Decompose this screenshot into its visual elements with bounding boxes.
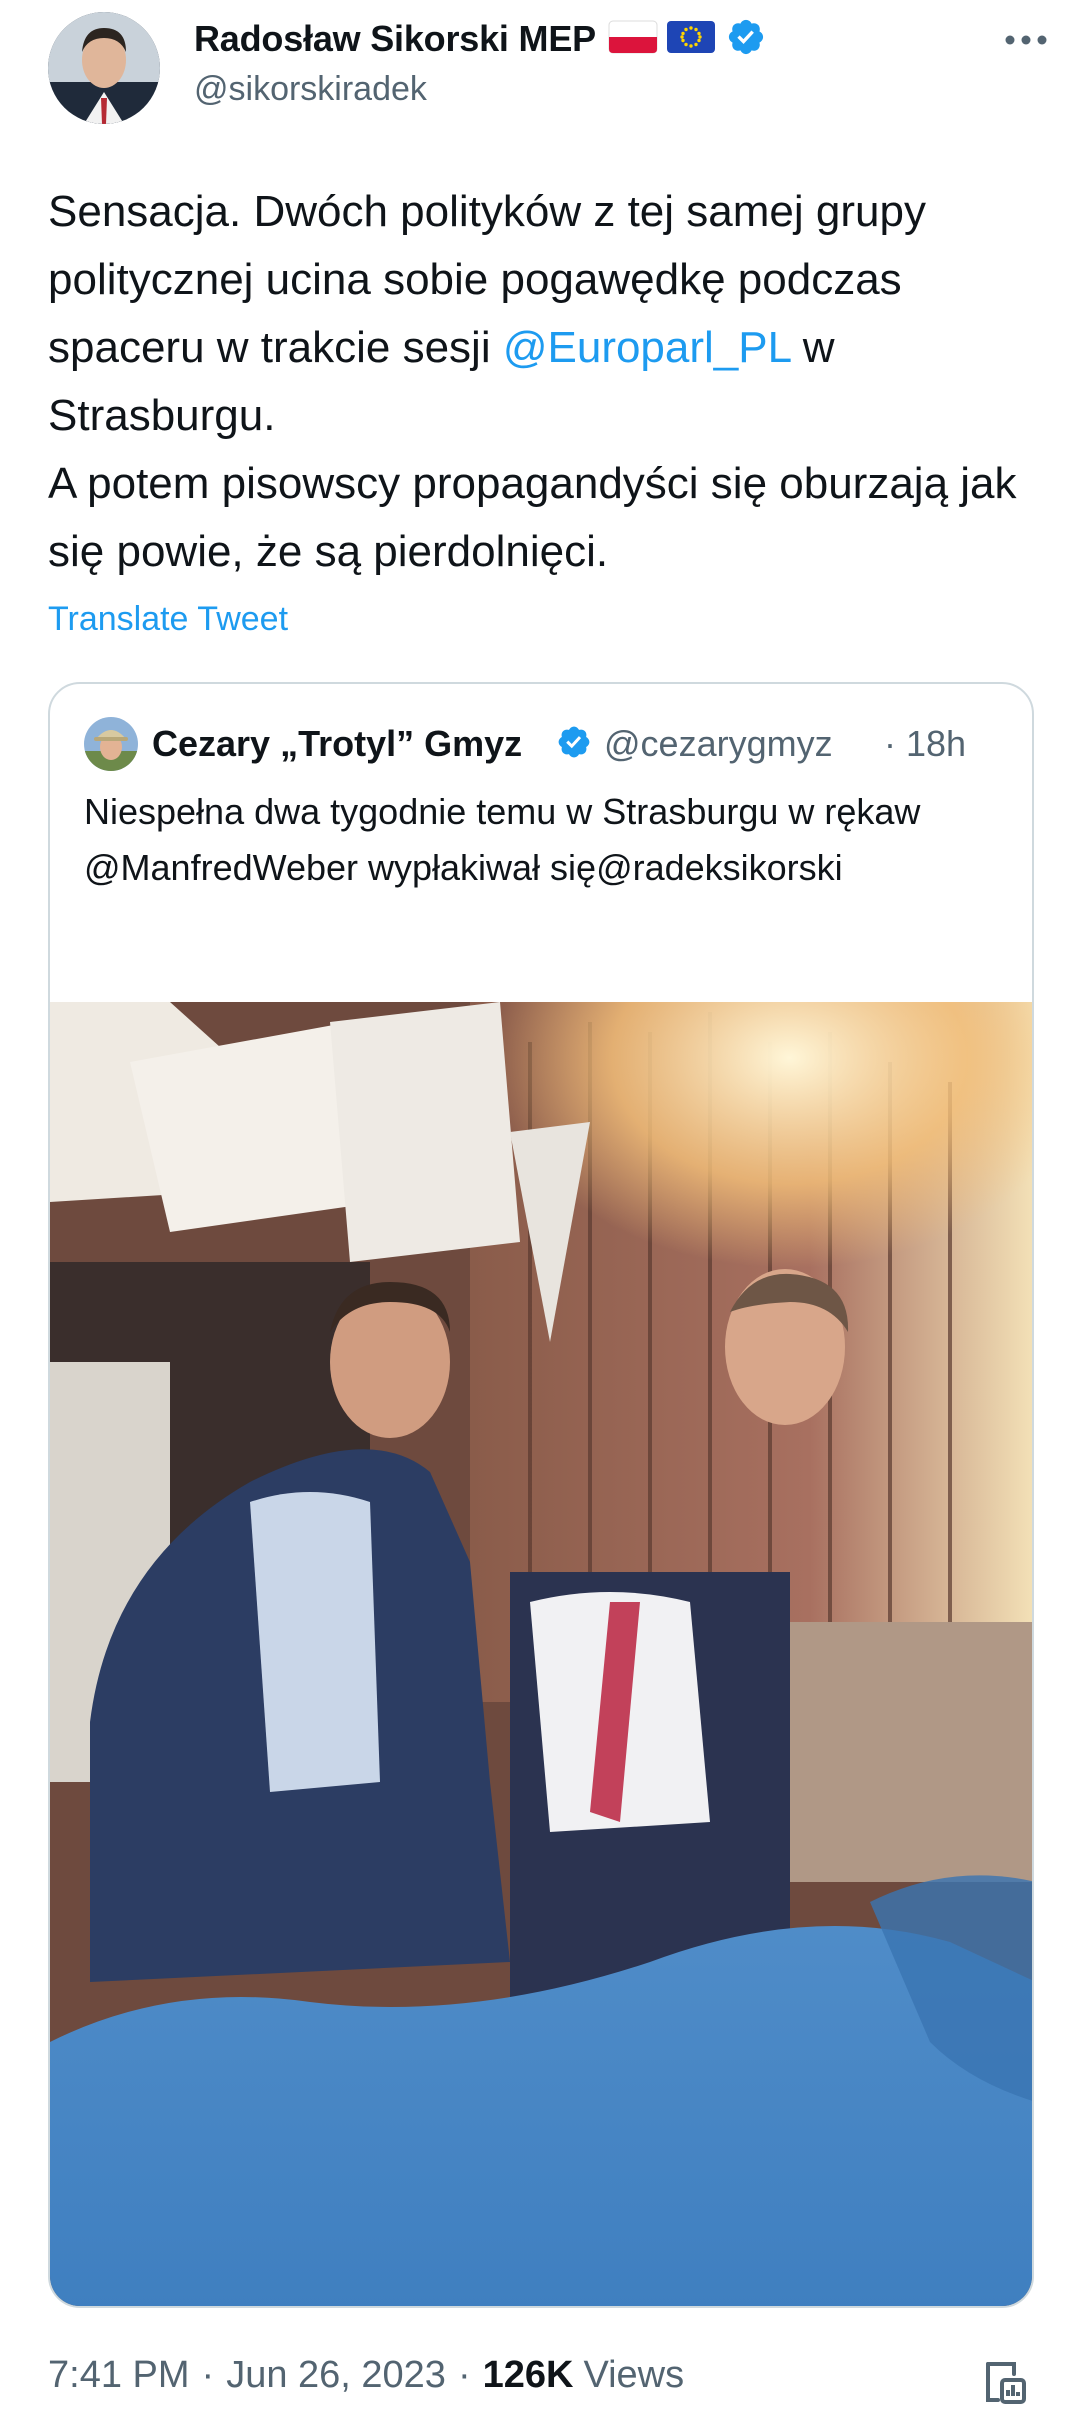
quoted-tweet-card[interactable]: Cezary „Trotyl” Gmyz @cezarygmyz · 18h N… (48, 682, 1034, 2308)
verified-badge-icon (726, 17, 766, 62)
tweet-header: Radosław Sikorski MEP @sikorskiradek (0, 0, 1080, 140)
quoted-author-handle[interactable]: @cezarygmyz (604, 723, 874, 765)
quoted-author-avatar[interactable] (84, 717, 138, 771)
quoted-tweet-photo[interactable] (50, 1002, 1032, 2306)
author-handle[interactable]: @sikorskiradek (194, 70, 427, 109)
author-avatar[interactable] (48, 12, 160, 124)
tweet-body: Sensacja. Dwóch polityków z tej samej gr… (48, 178, 1048, 586)
quoted-author-name[interactable]: Cezary „Trotyl” Gmyz (152, 723, 552, 765)
views-label: Views (583, 2354, 685, 2396)
author-display-name[interactable]: Radosław Sikorski MEP (194, 18, 596, 60)
eu-flag-icon (666, 20, 716, 59)
poland-flag-icon (608, 20, 658, 59)
quoted-tweet-text: Niespełna dwa tygodnie temu w Strasburgu… (84, 791, 921, 888)
analytics-icon[interactable] (978, 2354, 1034, 2410)
tweet-metadata: 7:41 PM · Jun 26, 2023 · 126K Views (48, 2354, 684, 2397)
views-count: 126K (482, 2354, 574, 2396)
separator-dot: · (201, 2354, 215, 2396)
translate-tweet-link[interactable]: Translate Tweet (48, 600, 288, 639)
author-name-row: Radosław Sikorski MEP (194, 14, 766, 64)
more-options-icon[interactable] (998, 20, 1054, 60)
mention-link[interactable]: @Europarl_PL (503, 323, 791, 372)
quoted-tweet-header: Cezary „Trotyl” Gmyz @cezarygmyz · 18h (84, 716, 1024, 772)
tweet-date[interactable]: Jun 26, 2023 (226, 2354, 446, 2397)
separator-dot: · (457, 2354, 471, 2396)
separator-dot: · (884, 723, 896, 764)
tweet-time[interactable]: 7:41 PM (48, 2354, 190, 2397)
verified-badge-icon (556, 724, 592, 765)
quoted-tweet-time[interactable]: 18h (906, 723, 966, 765)
